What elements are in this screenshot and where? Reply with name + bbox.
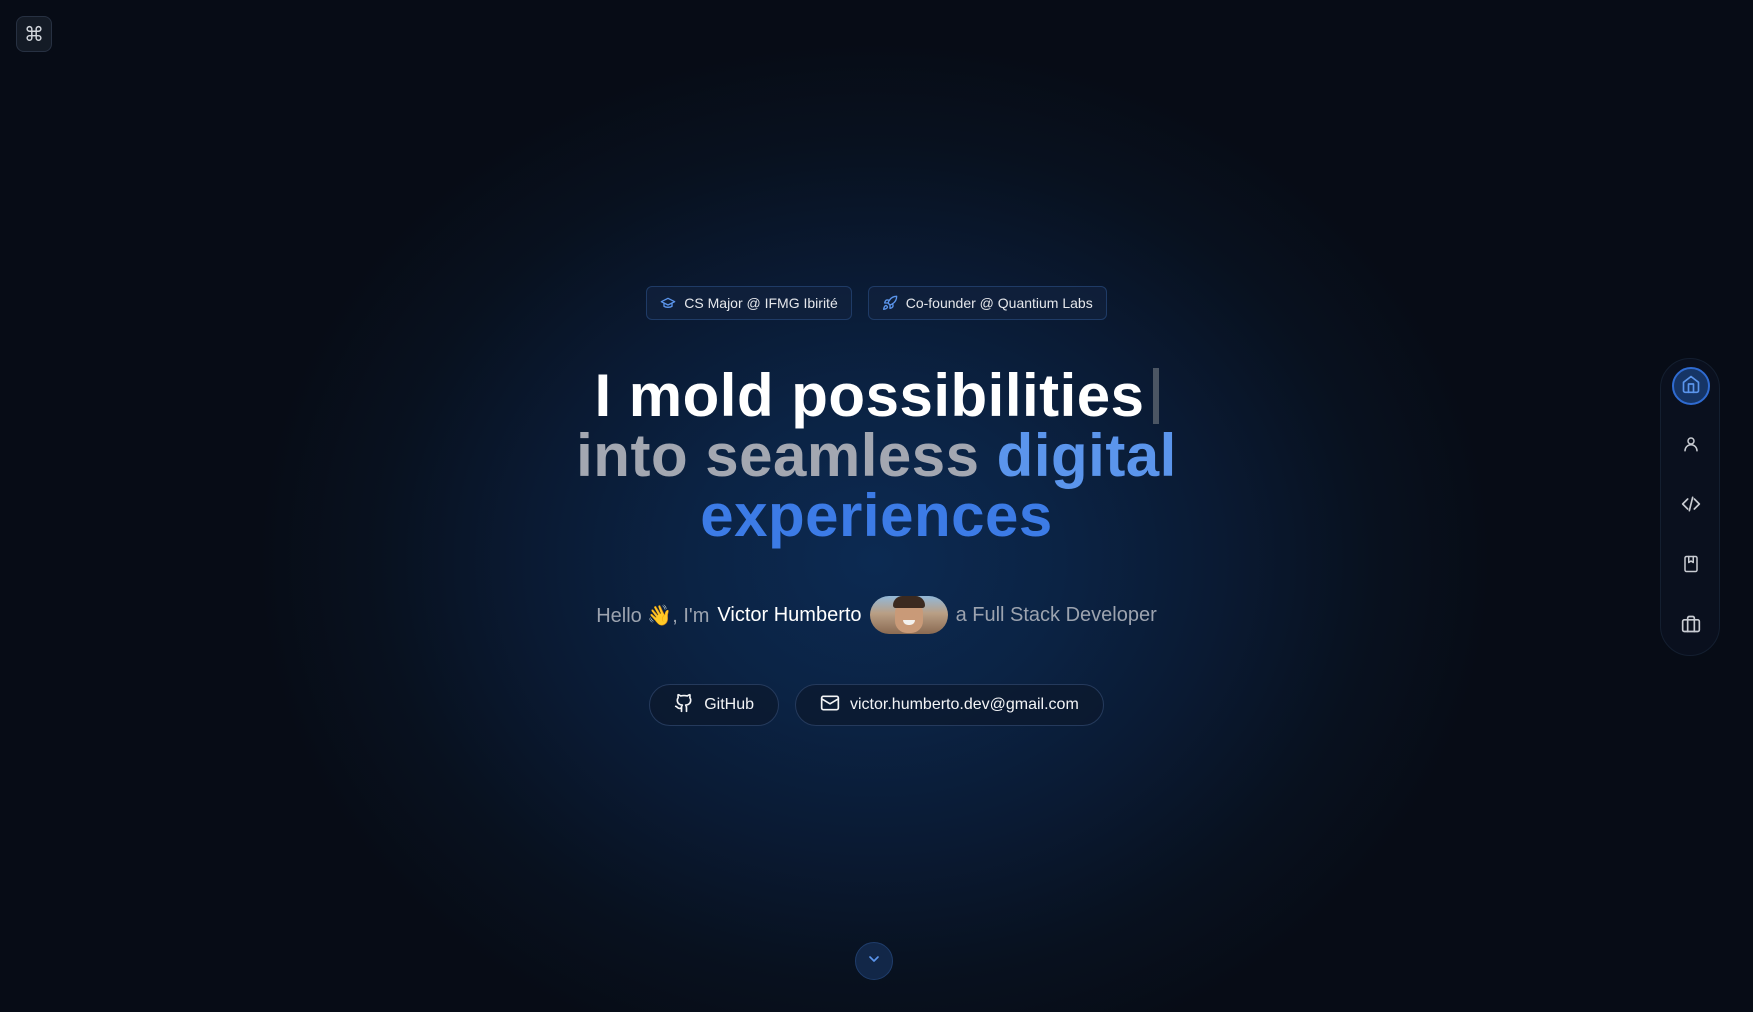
command-icon: ⌘ xyxy=(24,23,44,46)
nav-skills[interactable] xyxy=(1672,487,1710,525)
command-menu-button[interactable]: ⌘ xyxy=(16,16,52,52)
headline-text-white: I mold possibilities xyxy=(594,362,1145,429)
intro-line: Hello 👋, I'm Victor Humberto a Full Stac… xyxy=(0,596,1753,634)
briefcase-icon xyxy=(1681,614,1701,639)
headline-text-grey: into seamless xyxy=(576,422,980,489)
github-icon xyxy=(674,693,694,718)
education-badge: CS Major @ IFMG Ibirité xyxy=(646,286,852,320)
headline-text-blue-2: experiences xyxy=(700,482,1053,549)
email-button[interactable]: victor.humberto.dev@gmail.com xyxy=(795,684,1104,726)
chevron-down-icon xyxy=(866,951,882,972)
email-button-label: victor.humberto.dev@gmail.com xyxy=(850,696,1079,713)
nav-home[interactable] xyxy=(1672,367,1710,405)
code-icon xyxy=(1681,494,1701,519)
company-badge: Co-founder @ Quantium Labs xyxy=(867,286,1107,320)
education-badge-label: CS Major @ IFMG Ibirité xyxy=(684,295,838,311)
avatar xyxy=(869,596,948,634)
scroll-down-button[interactable] xyxy=(855,942,893,980)
nav-education[interactable] xyxy=(1672,547,1710,585)
developer-role: a Full Stack Developer xyxy=(955,603,1157,626)
badge-row: CS Major @ IFMG Ibirité Co-founder @ Qua… xyxy=(0,286,1753,320)
wave-emoji: 👋 xyxy=(647,604,673,627)
github-button[interactable]: GitHub xyxy=(649,684,779,726)
typing-cursor xyxy=(1152,368,1159,424)
mail-icon xyxy=(820,693,840,718)
rocket-icon xyxy=(882,295,898,311)
developer-name: Victor Humberto xyxy=(717,603,862,626)
company-badge-label: Co-founder @ Quantium Labs xyxy=(905,295,1093,311)
headline-text-blue-1: digital xyxy=(996,422,1177,489)
headline-line-3: experiences xyxy=(0,486,1753,546)
github-button-label: GitHub xyxy=(704,696,754,713)
user-icon xyxy=(1682,435,1700,458)
nav-about[interactable] xyxy=(1672,427,1710,465)
intro-hello: Hello 👋, I'm xyxy=(596,604,710,627)
hero-headline: I mold possibilities into seamless digit… xyxy=(0,366,1753,546)
nav-projects[interactable] xyxy=(1672,607,1710,645)
bookmark-icon xyxy=(1682,555,1700,578)
graduation-cap-icon xyxy=(660,295,676,311)
contact-links: GitHub victor.humberto.dev@gmail.com xyxy=(0,684,1753,726)
home-icon xyxy=(1681,374,1701,399)
headline-line-2: into seamless digital xyxy=(0,426,1753,486)
headline-line-1: I mold possibilities xyxy=(0,366,1753,426)
side-nav xyxy=(1660,358,1720,656)
